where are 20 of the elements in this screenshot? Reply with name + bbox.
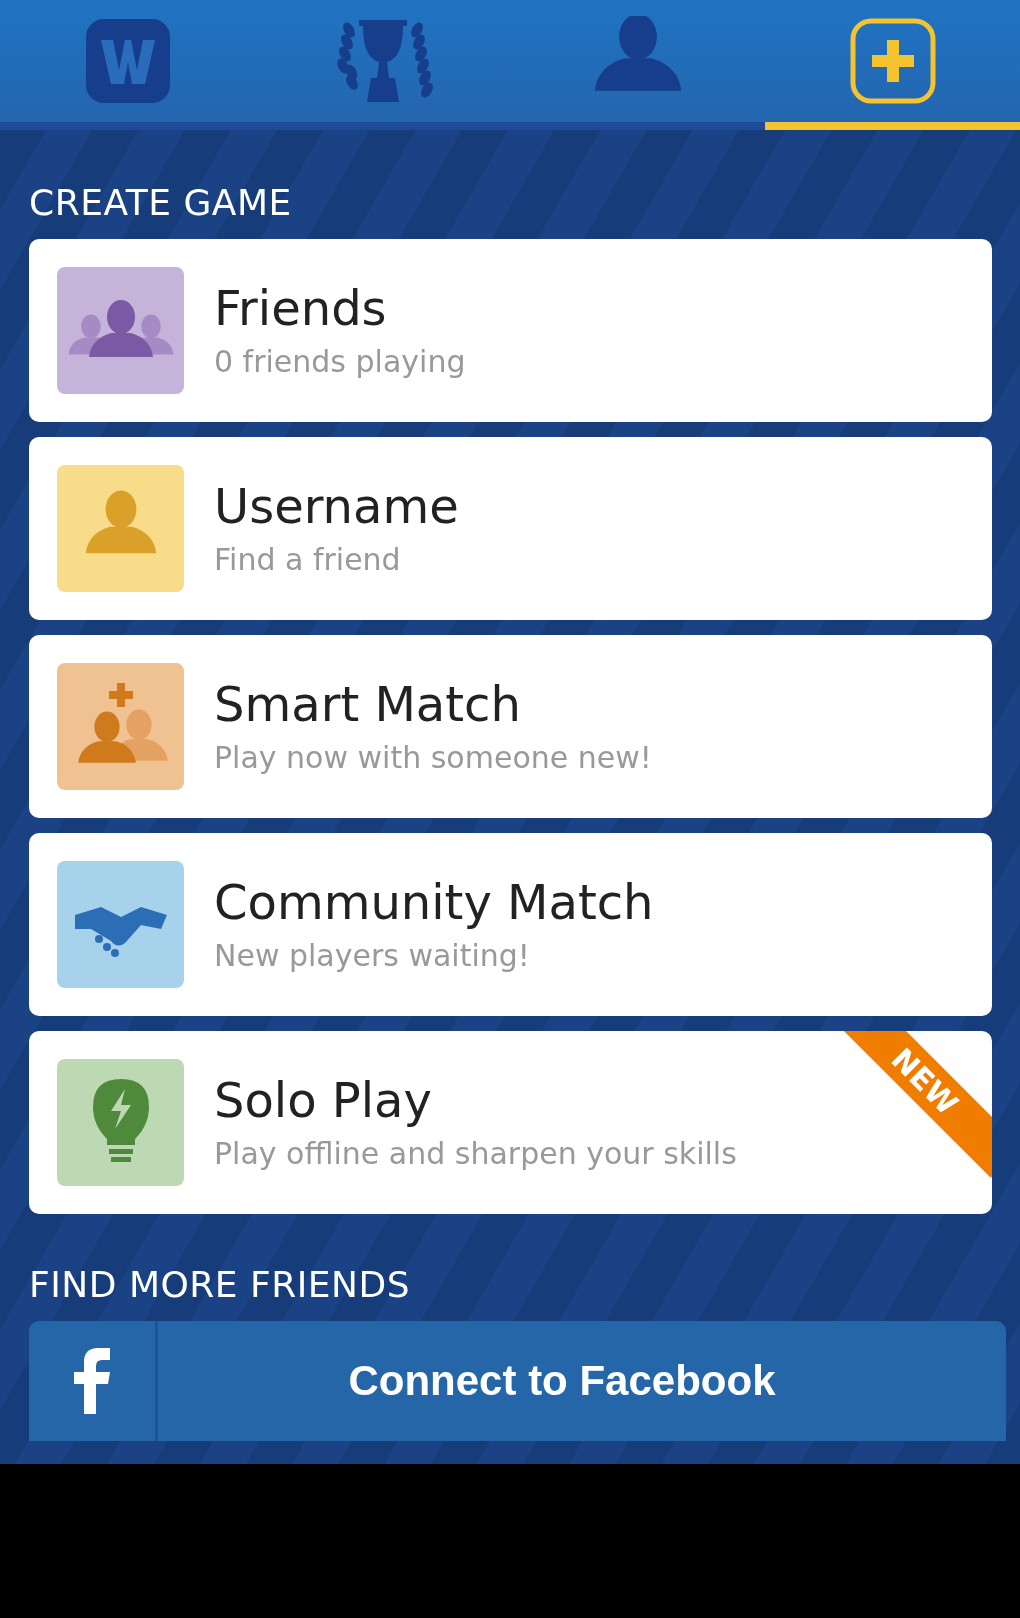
- option-title: Friends: [214, 281, 388, 335]
- section-heading: CREATE GAME: [29, 182, 293, 223]
- word-logo-icon: [84, 18, 171, 104]
- option-subtitle: Play offline and sharpen your skills: [214, 1136, 737, 1172]
- option-subtitle: Play now with someone new!: [214, 740, 652, 776]
- game-option-card[interactable]: Username Find a friend: [29, 437, 992, 620]
- facebook-connect-button[interactable]: Connect to Facebook: [29, 1321, 1006, 1441]
- option-subtitle: Find a friend: [214, 542, 402, 578]
- option-subtitle: New players waiting!: [214, 938, 531, 974]
- plus-icon: [849, 18, 936, 104]
- game-option-card[interactable]: Community Match New players waiting!: [29, 833, 992, 1016]
- game-option-card[interactable]: Friends 0 friends playing: [29, 239, 992, 422]
- option-title: Username: [214, 479, 459, 533]
- option-title: Solo Play: [214, 1073, 433, 1127]
- option-title: Smart Match: [214, 677, 522, 731]
- option-subtitle: 0 friends playing: [214, 344, 466, 380]
- facebook-icon: [74, 1348, 110, 1414]
- option-title: Community Match: [214, 875, 654, 929]
- game-option-card[interactable]: Smart Match Play now with someone new!: [29, 635, 992, 818]
- section-heading: FIND MORE FRIENDS: [29, 1264, 412, 1305]
